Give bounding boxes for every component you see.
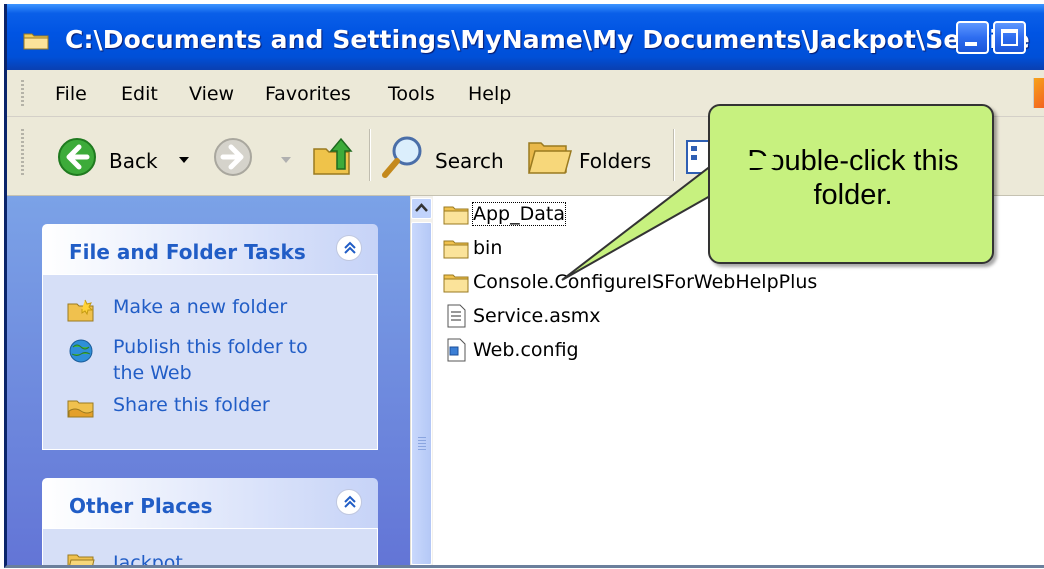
file-name: Console.ConfigureISForWebHelpPlus xyxy=(473,271,818,293)
make-new-folder-link[interactable]: Make a new folder xyxy=(113,295,287,320)
toolbar-separator xyxy=(673,129,675,181)
menu-tools[interactable]: Tools xyxy=(388,83,435,105)
other-places-title: Other Places xyxy=(69,494,213,518)
publish-folder-link-line1[interactable]: Publish this folder to xyxy=(113,335,308,360)
publish-web-icon xyxy=(69,339,93,363)
folders-icon[interactable] xyxy=(527,135,573,177)
share-folder-icon xyxy=(67,400,94,418)
menu-help[interactable]: Help xyxy=(468,83,511,105)
up-folder-icon[interactable] xyxy=(311,135,355,179)
menu-view[interactable]: View xyxy=(189,83,234,105)
callout-annotation: Double-click this folder. xyxy=(708,104,994,264)
forward-arrow-icon[interactable] xyxy=(213,137,253,177)
back-arrow-icon[interactable] xyxy=(57,137,97,177)
other-places-header[interactable]: Other Places xyxy=(42,478,378,528)
folders-button[interactable]: Folders xyxy=(579,149,651,173)
menu-favorites[interactable]: Favorites xyxy=(265,83,351,105)
back-dropdown-icon[interactable] xyxy=(179,157,189,163)
task-pane-scrollbar[interactable] xyxy=(410,196,433,565)
callout-line2: folder. xyxy=(813,179,893,211)
file-folder-tasks-body: Make a new folder Publish this folder to… xyxy=(42,274,378,450)
callout-line1: Double-click this xyxy=(747,145,959,177)
menu-file[interactable]: File xyxy=(55,83,87,105)
folder-icon xyxy=(443,274,469,293)
file-folder-tasks-title: File and Folder Tasks xyxy=(69,240,306,264)
file-name: Web.config xyxy=(473,339,579,361)
folder-icon xyxy=(443,240,469,259)
folder-icon xyxy=(67,554,95,565)
menu-edit[interactable]: Edit xyxy=(121,83,158,105)
other-place-jackpot-link[interactable]: Jackpot xyxy=(113,551,183,565)
search-button[interactable]: Search xyxy=(435,149,504,173)
other-places-body: Jackpot xyxy=(42,528,378,565)
scroll-thumb-grip xyxy=(418,437,426,451)
callout-text: Double-click this folder. xyxy=(710,144,996,212)
maximize-button[interactable] xyxy=(993,21,1026,54)
file-name: bin xyxy=(473,237,503,259)
file-name: App_Data xyxy=(472,202,566,226)
menu-grip xyxy=(21,80,24,106)
scroll-up-arrow-icon xyxy=(415,203,428,212)
forward-dropdown-icon[interactable] xyxy=(281,157,291,163)
collapse-chevron-icon[interactable] xyxy=(336,489,362,515)
search-icon[interactable] xyxy=(381,133,425,181)
views-icon[interactable] xyxy=(685,139,709,175)
folder-icon xyxy=(443,206,469,225)
publish-folder-link-line2[interactable]: the Web xyxy=(113,361,192,386)
toolbar-grip xyxy=(21,129,24,177)
back-button[interactable]: Back xyxy=(109,149,158,173)
new-folder-icon xyxy=(67,299,94,322)
minimize-icon xyxy=(965,42,977,46)
share-folder-link[interactable]: Share this folder xyxy=(113,393,270,418)
folder-icon xyxy=(23,33,49,50)
config-file-icon xyxy=(447,338,466,362)
minimize-button[interactable] xyxy=(956,21,989,54)
explorer-window: C:\Documents and Settings\MyName\My Docu… xyxy=(4,4,1044,568)
collapse-chevron-icon[interactable] xyxy=(336,235,362,261)
file-folder-tasks-header[interactable]: File and Folder Tasks xyxy=(42,224,378,274)
maximize-icon xyxy=(1001,29,1018,46)
task-pane: File and Folder Tasks Make a new folder … xyxy=(7,196,431,565)
scroll-thumb[interactable] xyxy=(411,222,432,565)
callout-tail-cover xyxy=(718,156,774,168)
file-name: Service.asmx xyxy=(473,305,601,327)
toolbar-separator xyxy=(369,129,371,181)
windows-logo-icon xyxy=(1033,78,1044,108)
title-bar[interactable]: C:\Documents and Settings\MyName\My Docu… xyxy=(7,4,1044,70)
window-title: C:\Documents and Settings\MyName\My Docu… xyxy=(65,25,1030,54)
document-icon xyxy=(447,304,466,328)
scroll-up-button[interactable] xyxy=(411,198,432,219)
